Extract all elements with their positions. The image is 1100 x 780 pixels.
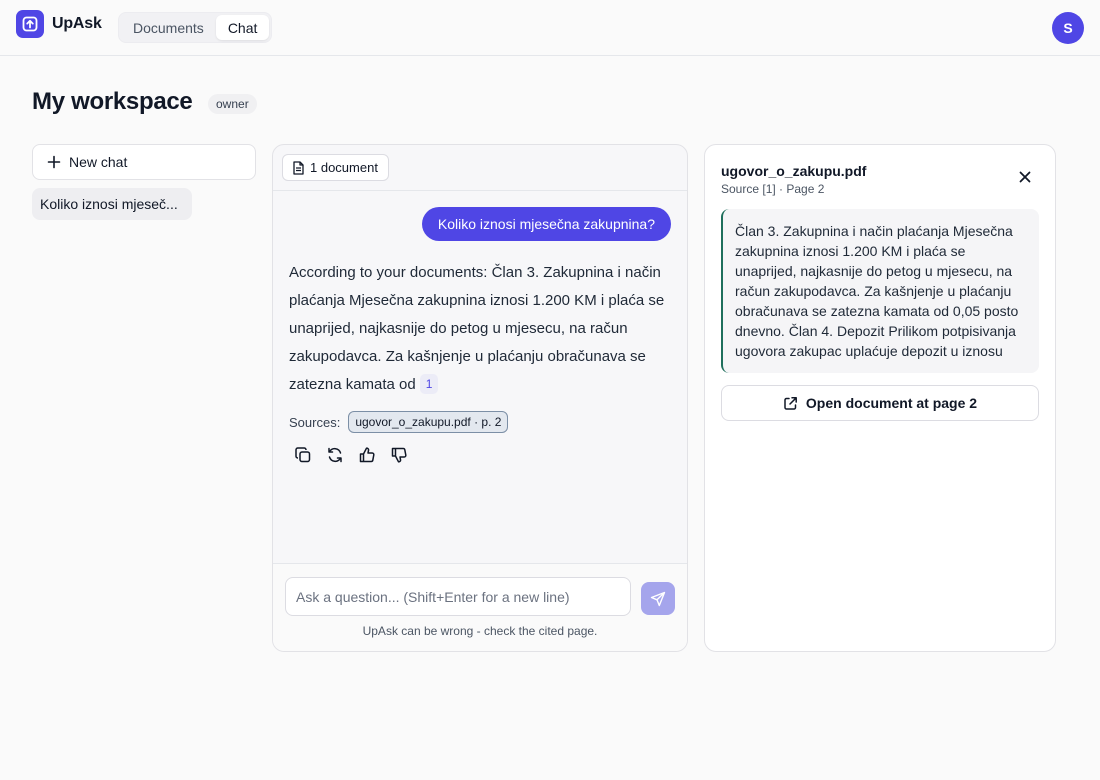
send-button[interactable] — [641, 582, 675, 615]
close-icon[interactable] — [1013, 165, 1037, 189]
disclaimer: UpAsk can be wrong - check the cited pag… — [362, 624, 598, 638]
role-badge: owner — [208, 94, 257, 114]
open-document-label: Open document at page 2 — [805, 395, 978, 411]
message-actions — [293, 445, 409, 465]
top-bar: UpAsk Documents Chat S — [0, 0, 1100, 56]
tab-chat[interactable]: Chat — [215, 15, 270, 40]
app-name: UpAsk — [52, 15, 102, 32]
thumbs-up-icon[interactable] — [357, 445, 377, 465]
question-input[interactable] — [285, 577, 631, 616]
chat-header: 1 document — [273, 145, 687, 191]
chat-history-item[interactable]: Koliko iznosi mjeseč... — [32, 188, 192, 220]
sources-label: Sources: — [289, 414, 341, 430]
source-excerpt: Član 3. Zakupnina i način plaćanja Mjese… — [721, 209, 1039, 373]
regenerate-icon[interactable] — [325, 445, 345, 465]
documents-chip[interactable]: 1 document — [282, 154, 389, 181]
source-filename: ugovor_o_zakupu.pdf — [721, 163, 867, 179]
new-chat-button[interactable]: New chat — [32, 144, 256, 180]
composer: UpAsk can be wrong - check the cited pag… — [273, 563, 687, 651]
assistant-message: According to your documents: Član 3. Zak… — [289, 259, 673, 399]
new-chat-label: New chat — [69, 154, 128, 170]
chat-panel: 1 document Koliko iznosi mjesečna zakupn… — [272, 144, 688, 652]
nav-tabs: Documents Chat — [118, 12, 273, 43]
user-message: Koliko iznosi mjesečna zakupnina? — [421, 207, 671, 241]
plus-icon — [47, 155, 61, 169]
user-avatar[interactable]: S — [1052, 12, 1084, 44]
sources-row: Sources: ugovor_o_zakupu.pdf · p. 2 — [289, 411, 509, 433]
citation-marker[interactable]: 1 — [419, 374, 439, 394]
documents-count: 1 document — [310, 160, 378, 175]
source-meta: Source [1] · Page 2 — [721, 182, 825, 196]
open-document-button[interactable]: Open document at page 2 — [721, 385, 1039, 421]
external-link-icon — [783, 396, 798, 411]
source-panel: ugovor_o_zakupu.pdf Source [1] · Page 2 … — [704, 144, 1056, 652]
thumbs-down-icon[interactable] — [389, 445, 409, 465]
assistant-message-text: According to your documents: Član 3. Zak… — [289, 264, 665, 393]
document-icon — [292, 160, 305, 175]
upload-arrow-icon — [16, 10, 44, 38]
chat-history-label: Koliko iznosi mjeseč... — [40, 196, 178, 212]
source-chip[interactable]: ugovor_o_zakupu.pdf · p. 2 — [348, 411, 509, 433]
copy-icon[interactable] — [293, 445, 313, 465]
send-icon — [650, 591, 666, 607]
page-title: My workspace — [32, 88, 193, 115]
tab-documents[interactable]: Documents — [121, 15, 216, 40]
brand[interactable]: UpAsk — [16, 10, 102, 38]
